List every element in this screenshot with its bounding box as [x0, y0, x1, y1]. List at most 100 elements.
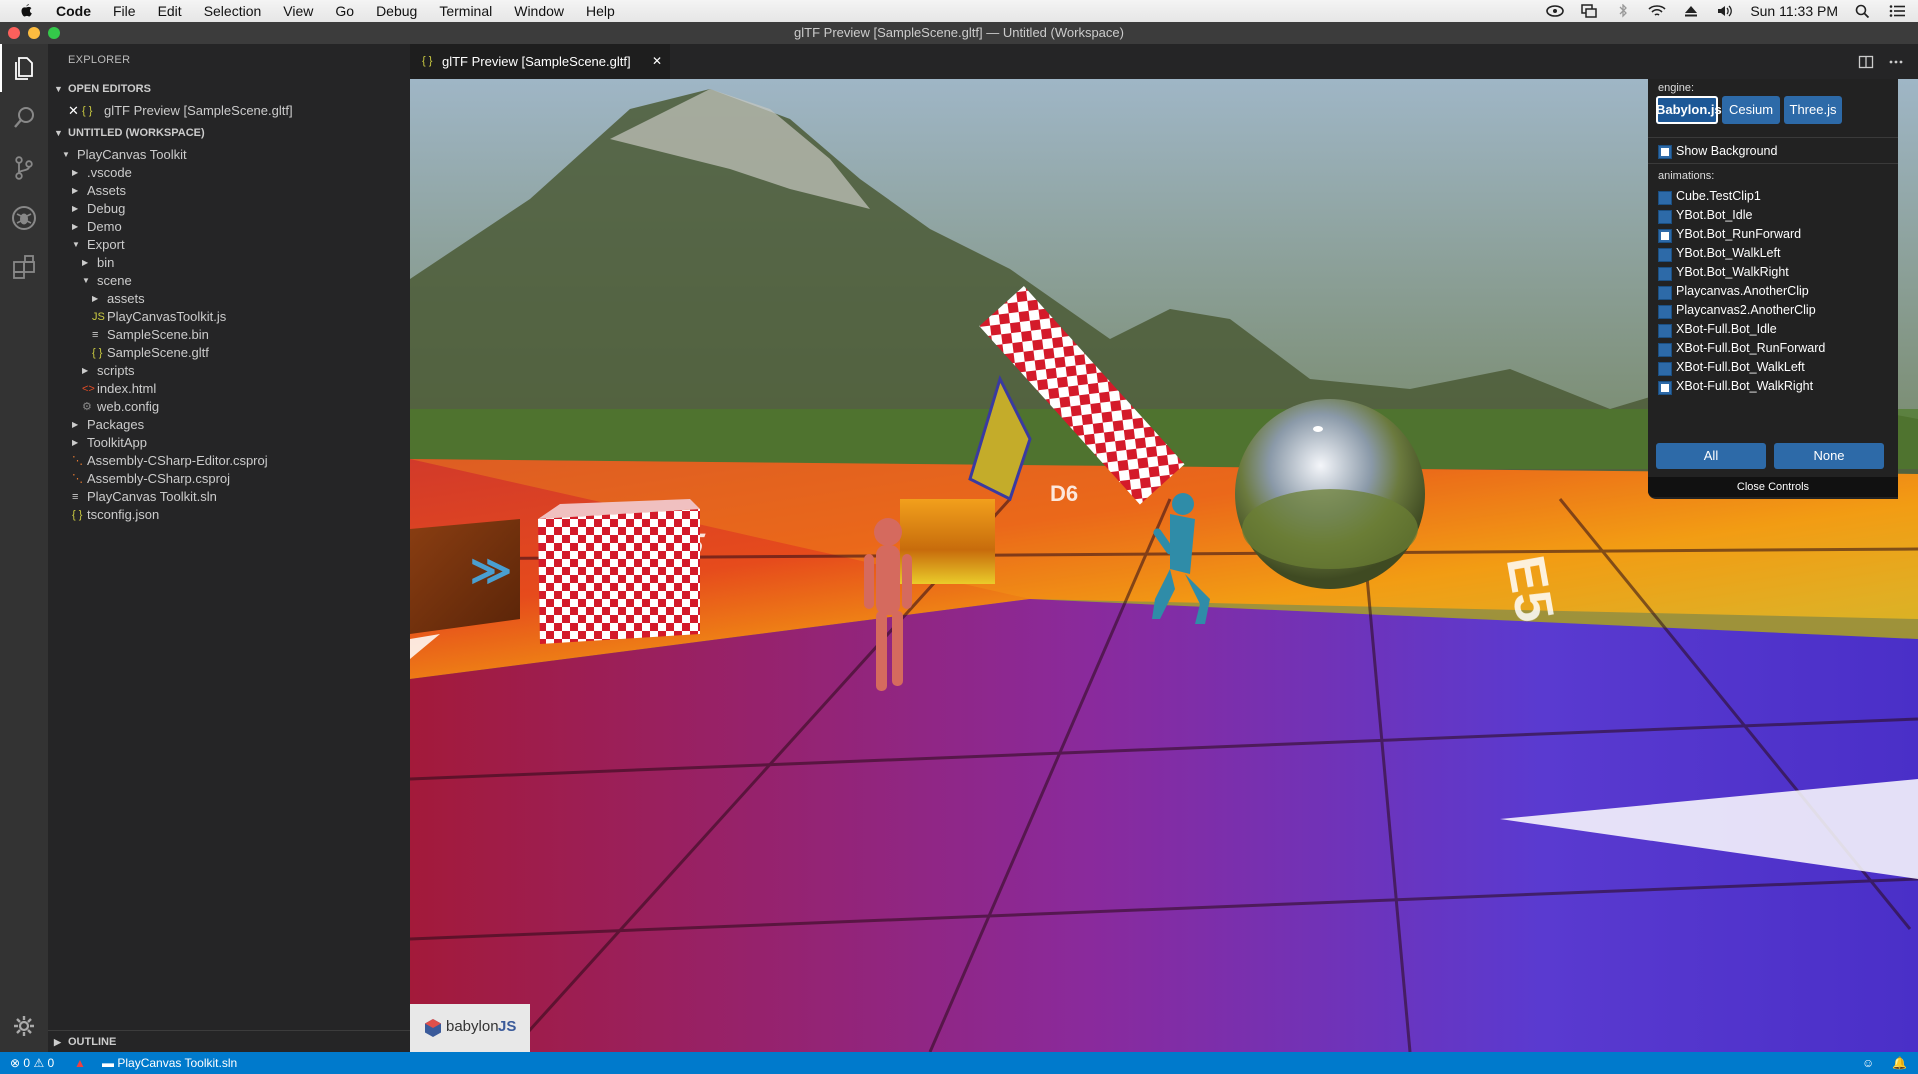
spotlight-search-icon[interactable]: [1854, 4, 1872, 18]
split-editor-icon[interactable]: [1858, 54, 1874, 70]
minimize-window-button[interactable]: [28, 27, 40, 39]
json-file-icon: { }: [422, 55, 433, 67]
engine-babylonjs-button[interactable]: Babylon.js: [1656, 96, 1722, 124]
volume-icon[interactable]: [1716, 4, 1734, 18]
floor-label: E5: [1495, 551, 1566, 626]
display-mirror-icon[interactable]: [1580, 4, 1598, 18]
json-file-icon: { }: [72, 509, 83, 521]
menu-app-name[interactable]: Code: [56, 3, 91, 19]
animation-label[interactable]: Playcanvas2.AnotherClip: [1676, 303, 1816, 317]
animation-label[interactable]: YBot.Bot_RunForward: [1676, 227, 1801, 241]
animation-label[interactable]: YBot.Bot_Idle: [1676, 208, 1752, 222]
zoom-window-button[interactable]: [48, 27, 60, 39]
show-background-checkbox[interactable]: [1658, 145, 1672, 159]
animation-label[interactable]: XBot-Full.Bot_WalkLeft: [1676, 360, 1805, 374]
animation-label[interactable]: YBot.Bot_WalkRight: [1676, 265, 1789, 279]
close-window-button[interactable]: [8, 27, 20, 39]
animation-checkbox[interactable]: [1658, 267, 1672, 281]
floor-label: D6: [1050, 481, 1078, 506]
debug-icon[interactable]: [10, 204, 38, 232]
eject-icon[interactable]: [1682, 4, 1700, 18]
chevron-right-icon: ▶: [54, 1037, 61, 1047]
animation-checkbox[interactable]: [1658, 286, 1672, 300]
status-bar: ⊗ 0 ⚠ 0 ▲ ▬ PlayCanvas Toolkit.sln ☺ 🔔: [0, 1052, 1918, 1074]
editor-tab-bar: { } glTF Preview [SampleScene.gltf] ✕: [410, 44, 1918, 79]
engine-cesium-button[interactable]: Cesium: [1722, 96, 1780, 124]
menu-file[interactable]: File: [113, 3, 136, 19]
babylonjs-logo: babylon JS: [410, 1004, 530, 1052]
explorer-sidebar: EXPLORER ▼ OPEN EDITORS ✕ { } glTF Previ…: [48, 44, 410, 1052]
animation-checkbox[interactable]: [1658, 324, 1672, 338]
select-none-animations-button[interactable]: None: [1774, 443, 1884, 469]
menu-terminal[interactable]: Terminal: [439, 3, 492, 19]
divider: [1648, 137, 1898, 138]
more-actions-icon[interactable]: [1888, 54, 1904, 70]
close-tab-icon[interactable]: ✕: [652, 44, 662, 79]
tab-gltf-preview[interactable]: { } glTF Preview [SampleScene.gltf] ✕: [410, 44, 670, 79]
menu-window[interactable]: Window: [514, 3, 564, 19]
explorer-files-icon[interactable]: [10, 54, 38, 82]
outline-header[interactable]: ▶ OUTLINE: [48, 1030, 410, 1052]
wifi-icon[interactable]: [1648, 4, 1666, 18]
activity-bar: [0, 44, 48, 1052]
feedback-smiley-icon[interactable]: ☺: [1862, 1052, 1874, 1074]
open-editor-item[interactable]: ✕ { } glTF Preview [SampleScene.gltf]: [48, 100, 410, 122]
menu-view[interactable]: View: [283, 3, 313, 19]
menu-selection[interactable]: Selection: [204, 3, 262, 19]
animation-label[interactable]: YBot.Bot_WalkLeft: [1676, 246, 1780, 260]
tree-item[interactable]: { } tsconfig.json: [48, 504, 410, 526]
animation-label[interactable]: Playcanvas.AnotherClip: [1676, 284, 1809, 298]
settings-gear-icon[interactable]: [12, 1014, 36, 1038]
chevron-down-icon: ▼: [54, 128, 63, 138]
problems-indicator[interactable]: ⊗ 0 ⚠ 0: [10, 1052, 54, 1074]
warning-icon: ⚠: [33, 1056, 45, 1070]
menu-go[interactable]: Go: [335, 3, 354, 19]
nvidia-icon[interactable]: [1546, 4, 1565, 18]
svg-text:≫: ≫: [470, 549, 512, 593]
macos-menubar: Code File Edit Selection View Go Debug T…: [0, 0, 1918, 22]
json-file-icon: { }: [82, 105, 93, 117]
active-indicator: [0, 44, 2, 92]
close-controls-button[interactable]: Close Controls: [1648, 477, 1898, 497]
menu-debug[interactable]: Debug: [376, 3, 417, 19]
notification-center-icon[interactable]: [1888, 4, 1906, 18]
animation-label[interactable]: XBot-Full.Bot_Idle: [1676, 322, 1777, 336]
divider: [1648, 163, 1898, 164]
open-editors-header[interactable]: ▼ OPEN EDITORS: [48, 78, 410, 100]
animation-checkbox[interactable]: [1658, 381, 1672, 395]
engine-label: engine:: [1658, 82, 1695, 94]
animation-checkbox[interactable]: [1658, 305, 1672, 319]
animation-label[interactable]: Cube.TestClip1: [1676, 189, 1761, 203]
error-icon: ⊗: [10, 1056, 21, 1070]
menu-help[interactable]: Help: [586, 3, 615, 19]
close-editor-icon[interactable]: ✕: [68, 100, 79, 122]
select-all-animations-button[interactable]: All: [1656, 443, 1766, 469]
search-icon[interactable]: [10, 104, 38, 132]
babylon-cube-icon: [425, 1019, 441, 1037]
animation-checkbox[interactable]: [1658, 210, 1672, 224]
animation-label[interactable]: XBot-Full.Bot_RunForward: [1676, 341, 1825, 355]
animation-checkbox[interactable]: [1658, 343, 1672, 357]
animation-checkbox[interactable]: [1658, 362, 1672, 376]
animation-checkbox[interactable]: [1658, 191, 1672, 205]
menubar-clock[interactable]: Sun 11:33 PM: [1750, 3, 1838, 19]
animation-checkbox[interactable]: [1658, 248, 1672, 262]
engine-threejs-button[interactable]: Three.js: [1784, 96, 1842, 124]
animations-label: animations:: [1658, 170, 1715, 182]
workspace-header[interactable]: ▼ UNTITLED (WORKSPACE): [48, 122, 410, 144]
apple-logo-icon[interactable]: [18, 3, 34, 19]
animation-checkbox[interactable]: [1658, 229, 1672, 243]
notifications-bell-icon[interactable]: 🔔: [1892, 1052, 1907, 1074]
chevron-down-icon: ▼: [54, 84, 63, 94]
sidebar-title: EXPLORER: [68, 54, 131, 66]
preview-controls-panel: engine: Babylon.js Cesium Three.js Show …: [1648, 79, 1898, 499]
source-control-icon[interactable]: [10, 154, 38, 182]
folder-icon: ▬: [102, 1056, 114, 1070]
bluetooth-icon[interactable]: [1614, 4, 1632, 18]
menu-edit[interactable]: Edit: [158, 3, 182, 19]
animation-label[interactable]: XBot-Full.Bot_WalkRight: [1676, 379, 1813, 393]
extensions-icon[interactable]: [10, 254, 38, 282]
solution-indicator[interactable]: ▬ PlayCanvas Toolkit.sln: [102, 1052, 237, 1074]
flame-icon[interactable]: ▲: [74, 1052, 86, 1074]
window-titlebar: glTF Preview [SampleScene.gltf] — Untitl…: [0, 22, 1918, 44]
